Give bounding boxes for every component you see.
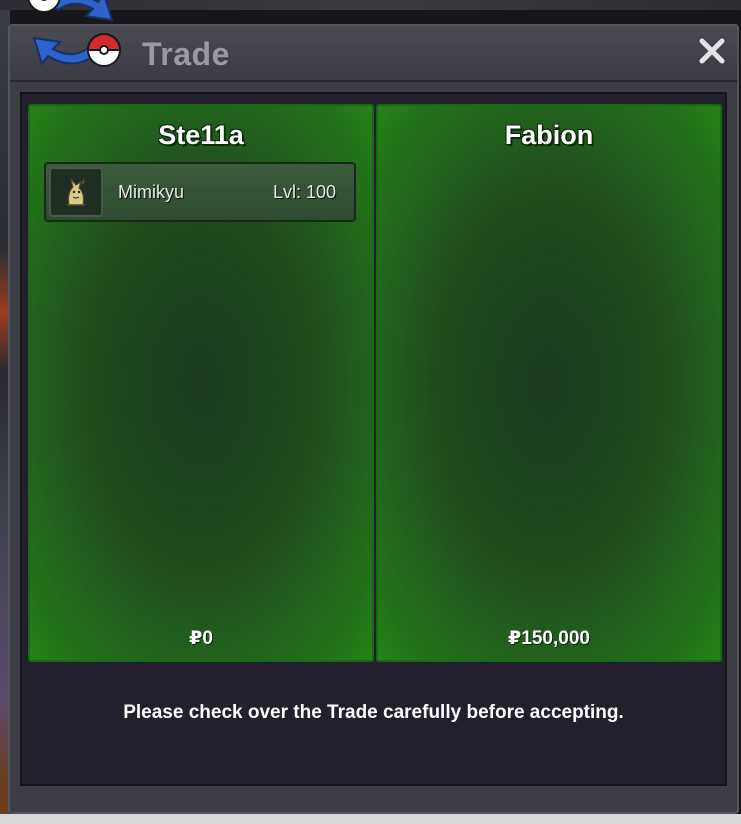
pokemon-level: Lvl: 100 xyxy=(272,182,336,202)
right-money-offer: ₽150,000 xyxy=(508,628,590,649)
mimikyu-sprite-icon xyxy=(67,176,86,206)
trade-panel-right: Fabion ₽150,000 xyxy=(376,104,722,662)
right-player-name: Fabion xyxy=(504,120,594,150)
game-world-background-bottom xyxy=(0,814,741,824)
trade-notice: Please check over the Trade carefully be… xyxy=(123,702,624,723)
left-money-offer: ₽0 xyxy=(189,628,213,649)
trade-window: Trade Ste11a Mimikyu Lvl: 100 ₽0 Fabion … xyxy=(8,24,739,814)
trade-panel-left: Ste11a Mimikyu Lvl: 100 ₽0 xyxy=(28,104,374,662)
trade-offer-slot[interactable]: Mimikyu Lvl: 100 xyxy=(44,162,356,222)
pokemon-name: Mimikyu xyxy=(118,182,184,202)
close-icon[interactable] xyxy=(697,36,727,66)
left-player-name: Ste11a xyxy=(158,120,244,150)
trade-content-area: Ste11a Mimikyu Lvl: 100 ₽0 Fabion ₽150,0… xyxy=(20,92,727,786)
game-screen: Trade Ste11a Mimikyu Lvl: 100 ₽0 Fabion … xyxy=(0,0,741,824)
trade-swap-pokeball-icon xyxy=(27,0,122,67)
window-title: Trade xyxy=(142,36,230,72)
pokemon-icon-frame xyxy=(49,167,103,217)
